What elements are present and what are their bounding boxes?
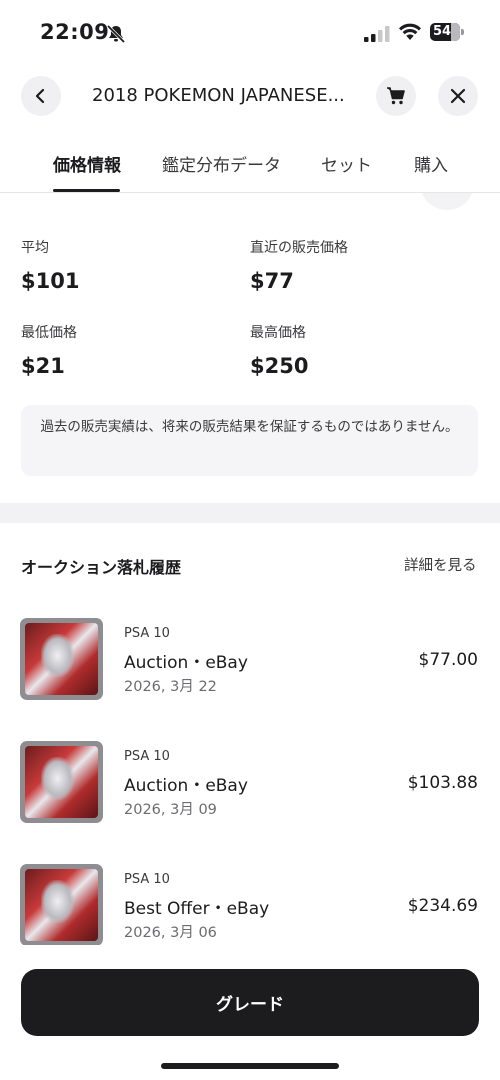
sale-type: Auction・eBay xyxy=(124,776,248,796)
sale-type: Best Offer・eBay xyxy=(124,899,270,919)
sale-date: 2026, 3月 06 xyxy=(124,925,217,941)
sale-price: $234.69 xyxy=(407,896,478,916)
sale-type: Auction・eBay xyxy=(124,653,248,673)
stat-value: $250 xyxy=(250,354,309,378)
close-icon xyxy=(450,88,466,104)
cellular-signal-icon xyxy=(364,26,390,42)
sale-row[interactable]: PSA 10 Auction・eBay 2026, 3月 22 $77.00 xyxy=(0,618,500,718)
cart-button[interactable] xyxy=(376,76,416,116)
sale-date: 2026, 3月 09 xyxy=(124,802,217,818)
battery-icon: 54 xyxy=(430,23,464,41)
cart-icon xyxy=(387,87,405,105)
tab-grade-distribution[interactable]: 鑑定分布データ xyxy=(162,151,281,176)
sale-row[interactable]: PSA 10 Auction・eBay 2026, 3月 09 $103.88 xyxy=(0,741,500,841)
bell-muted-icon xyxy=(106,24,126,44)
tab-set[interactable]: セット xyxy=(321,151,372,176)
tab-price-info[interactable]: 価格情報 xyxy=(53,151,121,176)
stat-label: 直近の販売価格 xyxy=(250,240,348,256)
home-indicator xyxy=(161,1063,339,1069)
stat-value: $77 xyxy=(250,269,294,293)
status-time: 22:09 xyxy=(40,20,110,44)
sale-price: $77.00 xyxy=(418,650,478,670)
stat-value: $101 xyxy=(21,269,80,293)
tab-bar: 価格情報 鑑定分布データ セット 購入 xyxy=(0,138,500,193)
sale-price: $103.88 xyxy=(407,773,478,793)
stat-value: $21 xyxy=(21,354,65,378)
stat-label: 最低価格 xyxy=(21,325,77,341)
battery-percent: 54 xyxy=(433,24,452,39)
see-details-link[interactable]: 詳細を見る xyxy=(404,554,477,575)
stat-label: 平均 xyxy=(21,240,49,256)
card-thumbnail xyxy=(20,864,103,946)
auction-history-title: オークション落札履歴 xyxy=(21,558,182,577)
sale-date: 2026, 3月 22 xyxy=(124,679,217,695)
chevron-left-icon xyxy=(35,88,45,104)
sale-grade: PSA 10 xyxy=(124,872,170,887)
disclaimer-note: 過去の販売実績は、将来の販売結果を保証するものではありません。 xyxy=(21,405,478,476)
sale-grade: PSA 10 xyxy=(124,749,170,764)
stat-average: 平均 $101 xyxy=(21,237,79,293)
close-button[interactable] xyxy=(438,76,478,116)
stat-min-price: 最低価格 $21 xyxy=(21,322,77,378)
battery-level: 54 xyxy=(430,23,460,41)
sale-grade: PSA 10 xyxy=(124,626,170,641)
back-button[interactable] xyxy=(21,76,61,116)
section-divider xyxy=(0,503,500,523)
stat-recent-sale: 直近の販売価格 $77 xyxy=(250,237,348,293)
card-thumbnail xyxy=(20,741,103,823)
wifi-icon xyxy=(399,23,421,40)
header: 2018 POKEMON JAPANESE... xyxy=(0,76,500,118)
status-bar: 22:09 54 xyxy=(0,0,500,62)
stat-label: 最高価格 xyxy=(250,325,306,341)
stat-max-price: 最高価格 $250 xyxy=(250,322,308,378)
grade-button[interactable]: グレード xyxy=(21,969,479,1036)
active-tab-indicator xyxy=(53,189,120,192)
page-title: 2018 POKEMON JAPANESE... xyxy=(92,85,345,106)
card-thumbnail xyxy=(20,618,103,700)
tab-buy[interactable]: 購入 xyxy=(414,151,448,176)
